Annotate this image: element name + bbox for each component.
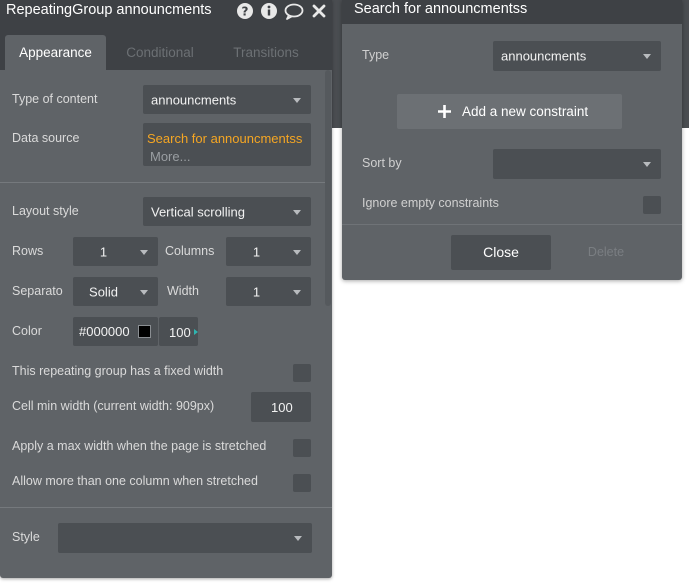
search-type-value: announcments xyxy=(501,48,587,64)
ignore-empty-label: Ignore empty constraints xyxy=(362,196,499,210)
cell-min-width-label: Cell min width (current width: 909px) xyxy=(12,399,215,413)
ignore-empty-checkbox[interactable] xyxy=(643,196,661,214)
fixed-width-label: This repeating group has a fixed width xyxy=(12,364,224,378)
data-source-more-link[interactable]: More... xyxy=(150,149,190,164)
info-icon[interactable] xyxy=(260,2,278,20)
chevron-down-icon xyxy=(293,289,301,295)
opacity-slider-handle[interactable] xyxy=(194,329,198,335)
max-width-checkbox[interactable] xyxy=(293,439,311,457)
type-of-content-dropdown[interactable]: announcments xyxy=(143,85,311,114)
search-dialog: Search for announcmentss Type announcmen… xyxy=(342,0,682,280)
search-type-label: Type xyxy=(362,48,390,62)
dialog-divider xyxy=(342,224,682,225)
delete-button[interactable]: Delete xyxy=(576,235,636,270)
cell-min-width-value: 100 xyxy=(271,400,293,415)
color-swatch[interactable] xyxy=(138,325,151,338)
width-label: Width xyxy=(167,284,199,298)
editor-title: RepeatingGroup announcments xyxy=(6,2,212,18)
layout-style-value: Vertical scrolling xyxy=(151,204,245,219)
fixed-width-checkbox[interactable] xyxy=(293,364,311,382)
columns-dropdown[interactable]: 1 xyxy=(226,237,311,266)
tab-conditional[interactable]: Conditional xyxy=(114,35,206,70)
sort-by-dropdown[interactable] xyxy=(493,149,661,179)
comment-icon[interactable] xyxy=(284,2,304,20)
tab-appearance[interactable]: Appearance xyxy=(5,35,106,70)
color-opacity-input[interactable]: 100 xyxy=(159,317,198,346)
close-button[interactable]: Close xyxy=(451,235,551,270)
sort-by-label: Sort by xyxy=(362,156,402,170)
search-type-dropdown[interactable]: announcments xyxy=(493,41,661,71)
chevron-down-icon xyxy=(643,54,651,59)
rows-label: Rows xyxy=(12,244,44,258)
separator-dropdown[interactable]: Solid xyxy=(73,277,158,306)
type-of-content-label: Type of content xyxy=(12,92,98,106)
chevron-down-icon xyxy=(293,97,301,103)
add-constraint-button[interactable]: Add a new constraint xyxy=(397,94,622,129)
separator-value: Solid xyxy=(89,284,118,299)
cell-min-width-input[interactable]: 100 xyxy=(251,392,311,422)
data-source-expression[interactable]: Search for announcmentss More... xyxy=(143,123,311,166)
add-constraint-label: Add a new constraint xyxy=(462,104,589,119)
type-of-content-value: announcments xyxy=(151,92,237,107)
help-icon[interactable]: ? xyxy=(236,2,254,20)
rows-value: 1 xyxy=(99,244,108,259)
color-opacity-value: 100 xyxy=(169,325,191,340)
layout-style-label: Layout style xyxy=(12,204,79,218)
search-dialog-title-bar[interactable]: Search for announcmentss xyxy=(342,0,682,24)
chevron-down-icon xyxy=(294,536,302,541)
editor-title-bar[interactable]: RepeatingGroup announcments ? xyxy=(0,0,332,26)
property-editor-panel: RepeatingGroup announcments ? Appearance… xyxy=(0,0,332,578)
style-dropdown[interactable] xyxy=(58,523,312,553)
svg-text:?: ? xyxy=(242,5,249,19)
chevron-down-icon xyxy=(140,289,148,295)
style-label: Style xyxy=(12,530,40,544)
search-dialog-title: Search for announcmentss xyxy=(354,1,528,17)
columns-label: Columns xyxy=(165,244,215,258)
chevron-down-icon xyxy=(293,249,301,255)
chevron-down-icon xyxy=(293,209,301,215)
layout-style-dropdown[interactable]: Vertical scrolling xyxy=(143,197,311,226)
editor-scrollbar[interactable] xyxy=(325,70,331,306)
tab-transitions[interactable]: Transitions xyxy=(220,35,312,70)
chevron-down-icon xyxy=(140,249,148,255)
width-value: 1 xyxy=(252,284,261,299)
close-icon[interactable] xyxy=(310,2,328,20)
data-source-search-link[interactable]: Search for announcmentss xyxy=(147,131,302,146)
color-label: Color xyxy=(12,324,42,338)
color-hex-input[interactable]: #000000 xyxy=(73,317,158,346)
section-divider xyxy=(0,507,332,508)
multi-column-checkbox[interactable] xyxy=(293,474,311,492)
separator-label: Separato xyxy=(12,284,63,298)
rows-dropdown[interactable]: 1 xyxy=(73,237,158,266)
chevron-down-icon xyxy=(643,162,651,167)
section-divider xyxy=(0,182,325,183)
width-dropdown[interactable]: 1 xyxy=(226,277,311,306)
data-source-label: Data source xyxy=(12,131,80,145)
editor-tabs: Appearance Conditional Transitions xyxy=(0,26,332,70)
multi-column-label: Allow more than one column when stretche… xyxy=(12,474,258,488)
max-width-label: Apply a max width when the page is stret… xyxy=(12,439,267,453)
columns-value: 1 xyxy=(252,244,261,259)
plus-icon xyxy=(437,104,452,119)
color-hex-value: #000000 xyxy=(79,324,130,339)
